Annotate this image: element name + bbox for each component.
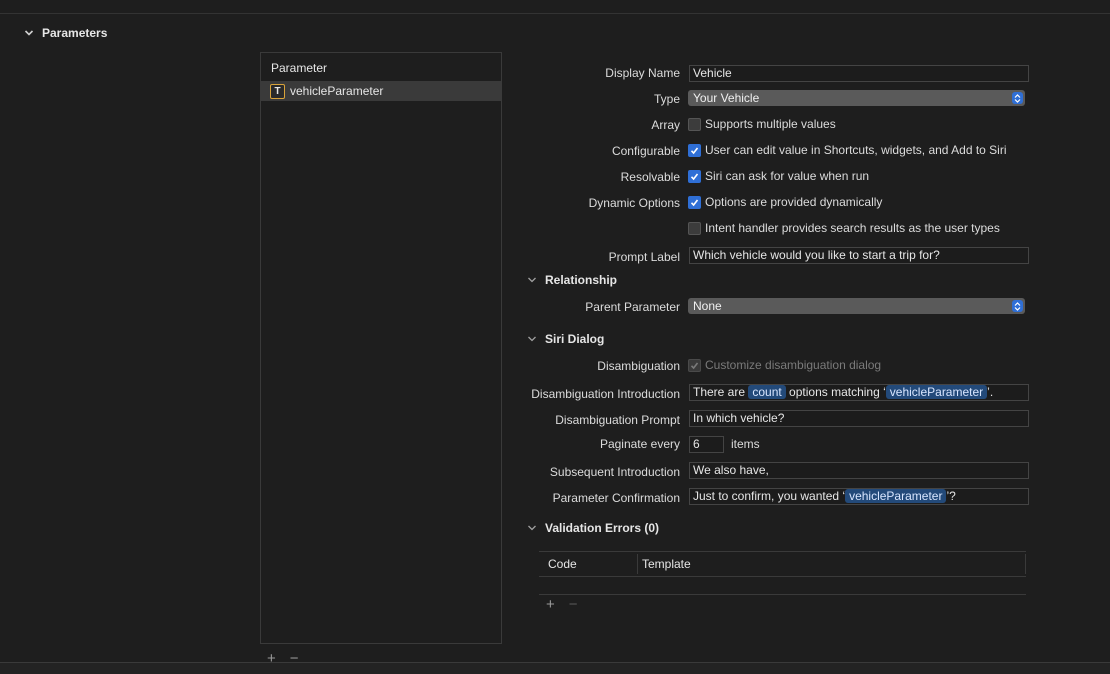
checkmark-icon (690, 147, 699, 154)
parent-parameter-value: None (693, 299, 722, 313)
checkmark-icon (690, 362, 699, 369)
resolvable-option-label: Siri can ask for value when run (705, 169, 870, 183)
add-validation-error-button[interactable]: + (546, 596, 555, 613)
type-value: Your Vehicle (693, 91, 760, 105)
remove-validation-error-button[interactable]: − (569, 596, 578, 613)
section-title: Parameters (42, 26, 108, 40)
disambiguation-prompt-field[interactable]: In which vehicle? (689, 410, 1029, 427)
dynamic-options-checkbox[interactable] (688, 195, 701, 209)
vehicle-parameter-token[interactable]: vehicleParameter (885, 385, 988, 399)
disambiguation-introduction-label: Disambiguation Introduction (531, 387, 680, 401)
top-divider (0, 13, 1110, 14)
confirm-suffix: ’? (946, 489, 956, 503)
parent-parameter-popup[interactable]: None (688, 298, 1025, 314)
disambiguation-label: Disambiguation (597, 359, 680, 373)
chevron-down-icon (527, 334, 537, 344)
validation-tools: + − (546, 596, 578, 613)
paginate-field[interactable]: 6 (689, 436, 724, 453)
array-label: Array (651, 118, 680, 132)
checkmark-icon (690, 173, 699, 180)
display-name-field[interactable]: Vehicle (689, 65, 1029, 82)
count-token[interactable]: count (748, 385, 786, 399)
intro-middle: options matching ‘ (785, 385, 886, 399)
subsequent-introduction-field[interactable]: We also have, (689, 462, 1029, 479)
configurable-option-label: User can edit value in Shortcuts, widget… (705, 143, 1007, 157)
parameter-row-vehicle[interactable]: T vehicleParameter (261, 81, 501, 101)
prompt-label-field[interactable]: Which vehicle would you like to start a … (689, 247, 1029, 264)
column-header-template[interactable]: Template (642, 557, 691, 571)
configurable-checkbox-row[interactable]: User can edit value in Shortcuts, widget… (688, 143, 1007, 157)
type-popup[interactable]: Your Vehicle (688, 90, 1025, 106)
resolvable-label: Resolvable (620, 170, 680, 184)
parameter-name: vehicleParameter (290, 84, 384, 98)
bottom-toolbar (0, 663, 1110, 674)
prompt-label-label: Prompt Label (608, 250, 680, 264)
array-checkbox-row[interactable]: Supports multiple values (688, 117, 836, 131)
display-name-label: Display Name (605, 66, 680, 80)
dynamic-options-label: Dynamic Options (588, 196, 680, 210)
configurable-checkbox[interactable] (688, 143, 701, 157)
disambiguation-introduction-field[interactable]: There are count options matching ‘vehicl… (689, 384, 1029, 401)
disambiguation-checkbox-row[interactable]: Customize disambiguation dialog (688, 358, 881, 372)
paginate-label: Paginate every (599, 437, 680, 451)
siri-dialog-section-toggle[interactable]: Siri Dialog (527, 332, 604, 346)
search-results-checkbox[interactable] (688, 221, 701, 235)
disambiguation-option-label: Customize disambiguation dialog (705, 358, 882, 372)
confirm-prefix: Just to confirm, you wanted ‘ (693, 489, 846, 503)
intro-prefix: There are (693, 385, 749, 399)
siri-dialog-title: Siri Dialog (545, 332, 605, 346)
validation-table-bottom-rule (539, 594, 1026, 595)
parameters-section-toggle[interactable]: Parameters (24, 26, 107, 40)
validation-errors-table[interactable]: Code Template (539, 551, 1026, 577)
vehicle-parameter-token[interactable]: vehicleParameter (845, 489, 947, 503)
popup-stepper-icon (1012, 92, 1023, 104)
dynamic-options-checkbox-row[interactable]: Options are provided dynamically (688, 195, 882, 209)
resolvable-checkbox[interactable] (688, 169, 701, 183)
relationship-title: Relationship (545, 273, 618, 287)
subsequent-introduction-label: Subsequent Introduction (549, 465, 680, 479)
parameter-confirmation-label: Parameter Confirmation (552, 491, 680, 505)
search-results-option-label: Intent handler provides search results a… (705, 221, 1000, 235)
parameter-confirmation-field[interactable]: Just to confirm, you wanted ‘vehiclePara… (689, 488, 1029, 505)
disambiguation-prompt-label: Disambiguation Prompt (555, 413, 680, 427)
dynamic-options-option-label: Options are provided dynamically (705, 195, 883, 209)
text-type-icon: T (270, 83, 285, 99)
chevron-down-icon (24, 28, 34, 38)
column-separator[interactable] (1025, 554, 1026, 574)
validation-errors-section-toggle[interactable]: Validation Errors (0) (527, 521, 659, 535)
paginate-unit: items (731, 437, 760, 451)
parameter-list-header: Parameter (271, 61, 328, 75)
intro-suffix: ’. (987, 385, 994, 399)
type-label: Type (653, 92, 680, 106)
validation-errors-title: Validation Errors (0) (545, 521, 660, 535)
chevron-down-icon (527, 275, 537, 285)
checkmark-icon (690, 199, 699, 206)
resolvable-checkbox-row[interactable]: Siri can ask for value when run (688, 169, 869, 183)
array-checkbox[interactable] (688, 117, 701, 131)
configurable-label: Configurable (611, 144, 680, 158)
search-results-checkbox-row[interactable]: Intent handler provides search results a… (688, 221, 1000, 235)
array-option-label: Supports multiple values (705, 117, 836, 131)
disambiguation-checkbox[interactable] (688, 358, 701, 372)
popup-stepper-icon (1012, 300, 1023, 312)
parameter-list[interactable]: Parameter T vehicleParameter (260, 52, 502, 644)
column-separator[interactable] (637, 554, 638, 574)
column-header-code[interactable]: Code (548, 557, 577, 571)
parent-parameter-label: Parent Parameter (585, 300, 680, 314)
chevron-down-icon (527, 523, 537, 533)
relationship-section-toggle[interactable]: Relationship (527, 273, 617, 287)
